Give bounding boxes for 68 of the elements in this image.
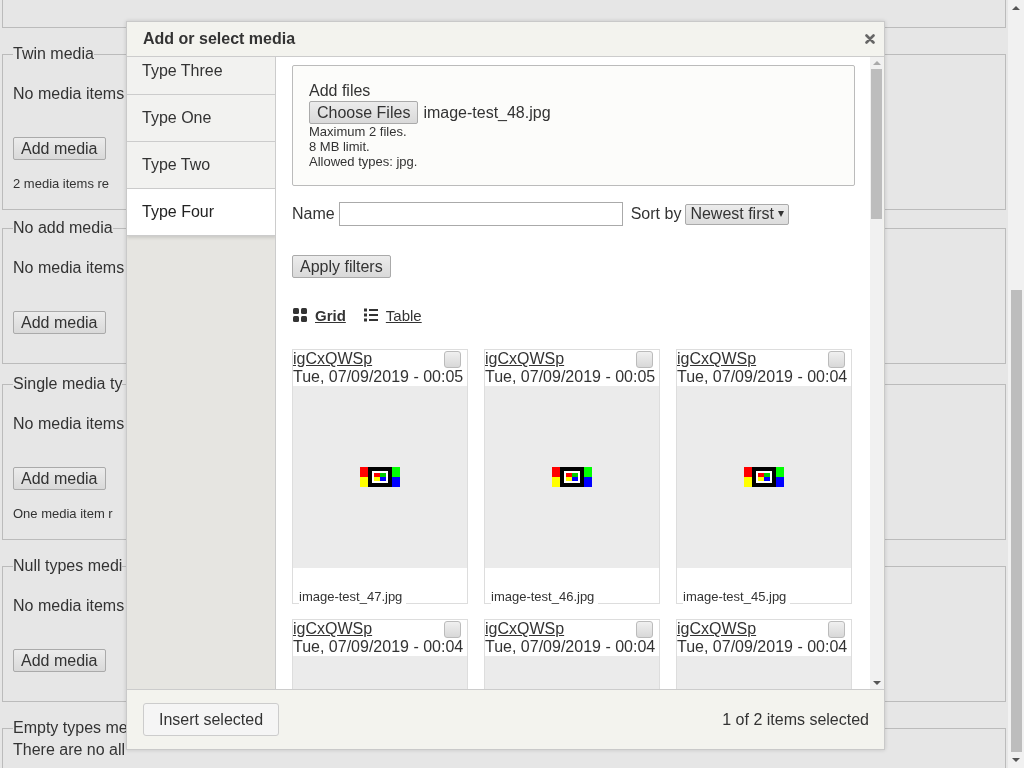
insert-selected-button[interactable]: Insert selected: [143, 703, 280, 736]
file-name: image-test_48.jpg: [423, 103, 551, 122]
empty-message: There are no all: [13, 740, 126, 760]
group-legend: Single media ty: [13, 374, 123, 394]
help-text: One media item r: [13, 506, 113, 521]
group-legend: Twin media: [13, 44, 94, 64]
media-title-link[interactable]: igCxQWSp: [677, 620, 757, 638]
media-title-link[interactable]: igCxQWSp: [293, 350, 373, 368]
list-icon: [363, 308, 378, 322]
help-text: 8 MB limit.: [309, 139, 371, 154]
media-date: Tue, 07/09/2019 - 00:04: [485, 638, 656, 656]
upload-label: Add files: [309, 82, 372, 100]
media-card[interactable]: igCxQWSp Tue, 07/09/2019 - 00:04 image-test_45.jpg: [676, 349, 852, 604]
media-title-link[interactable]: igCxQWSp: [293, 620, 373, 638]
media-card[interactable]: igCxQWSp Tue, 07/09/2019 - 00:05 image-test_47.jpg: [292, 349, 468, 604]
add-media-button[interactable]: Add media: [13, 467, 106, 490]
sort-select[interactable]: Newest first: [685, 203, 789, 225]
grid-icon: [293, 308, 307, 322]
choose-files-button[interactable]: Choose Files: [309, 101, 419, 124]
dialog-title: Add or select media: [143, 30, 296, 48]
select-checkbox[interactable]: [636, 621, 653, 638]
help-text: Maximum 2 files.: [309, 124, 408, 139]
close-icon[interactable]: [865, 34, 875, 44]
view-link[interactable]: Grid: [315, 306, 346, 324]
media-date: Tue, 07/09/2019 - 00:05: [485, 368, 656, 386]
empty-message: No media items: [13, 84, 125, 104]
media-title-link[interactable]: igCxQWSp: [485, 620, 565, 638]
empty-message: No media items: [13, 414, 125, 434]
select-checkbox[interactable]: [828, 621, 845, 638]
group-legend: No add media: [13, 218, 113, 238]
sort-label: Sort by: [630, 205, 682, 223]
apply-filters-button[interactable]: Apply filters: [292, 255, 391, 278]
add-media-button[interactable]: Add media: [13, 137, 106, 160]
select-checkbox[interactable]: [444, 351, 461, 368]
media-type-tab[interactable]: Type Two: [127, 142, 275, 189]
select-checkbox[interactable]: [636, 351, 653, 368]
empty-message: No media items: [13, 596, 125, 616]
media-card[interactable]: igCxQWSp Tue, 07/09/2019 - 00:05 image-test_46.jpg: [484, 349, 660, 604]
media-title-link[interactable]: igCxQWSp: [677, 350, 757, 368]
file-name: image-test_45.jpg: [683, 589, 791, 604]
file-name: image-test_47.jpg: [299, 589, 407, 604]
media-type-tab[interactable]: Type Three: [127, 57, 275, 95]
group-legend: Empty types me: [13, 718, 128, 738]
file-name: image-test_46.jpg: [491, 589, 599, 604]
name-label: Name: [292, 205, 335, 223]
page-scrollbar[interactable]: [1008, 0, 1024, 768]
view-link[interactable]: Table: [385, 306, 422, 324]
add-media-button[interactable]: Add media: [13, 649, 106, 672]
media-card[interactable]: igCxQWSp Tue, 07/09/2019 - 00:04: [676, 619, 852, 689]
media-date: Tue, 07/09/2019 - 00:05: [293, 368, 464, 386]
select-checkbox[interactable]: [828, 351, 845, 368]
media-card[interactable]: igCxQWSp Tue, 07/09/2019 - 00:04: [484, 619, 660, 689]
help-text: 2 media items re: [13, 176, 110, 191]
media-type-tab[interactable]: Type Four: [127, 189, 275, 236]
media-title-link[interactable]: igCxQWSp: [485, 350, 565, 368]
select-checkbox[interactable]: [444, 621, 461, 638]
media-date: Tue, 07/09/2019 - 00:04: [677, 638, 848, 656]
media-date: Tue, 07/09/2019 - 00:04: [677, 368, 848, 386]
selection-status: 1 of 2 items selected: [722, 710, 869, 729]
caret-icon: [777, 211, 784, 217]
media-date: Tue, 07/09/2019 - 00:04: [293, 638, 464, 656]
help-text: Allowed types: jpg.: [309, 154, 419, 169]
media-type-tab[interactable]: Type One: [127, 95, 275, 142]
add-media-button[interactable]: Add media: [13, 311, 106, 334]
media-card[interactable]: igCxQWSp Tue, 07/09/2019 - 00:04: [292, 619, 468, 689]
empty-message: No media items: [13, 258, 125, 278]
group-legend: Null types medi: [13, 556, 123, 576]
name-field[interactable]: [338, 202, 623, 226]
